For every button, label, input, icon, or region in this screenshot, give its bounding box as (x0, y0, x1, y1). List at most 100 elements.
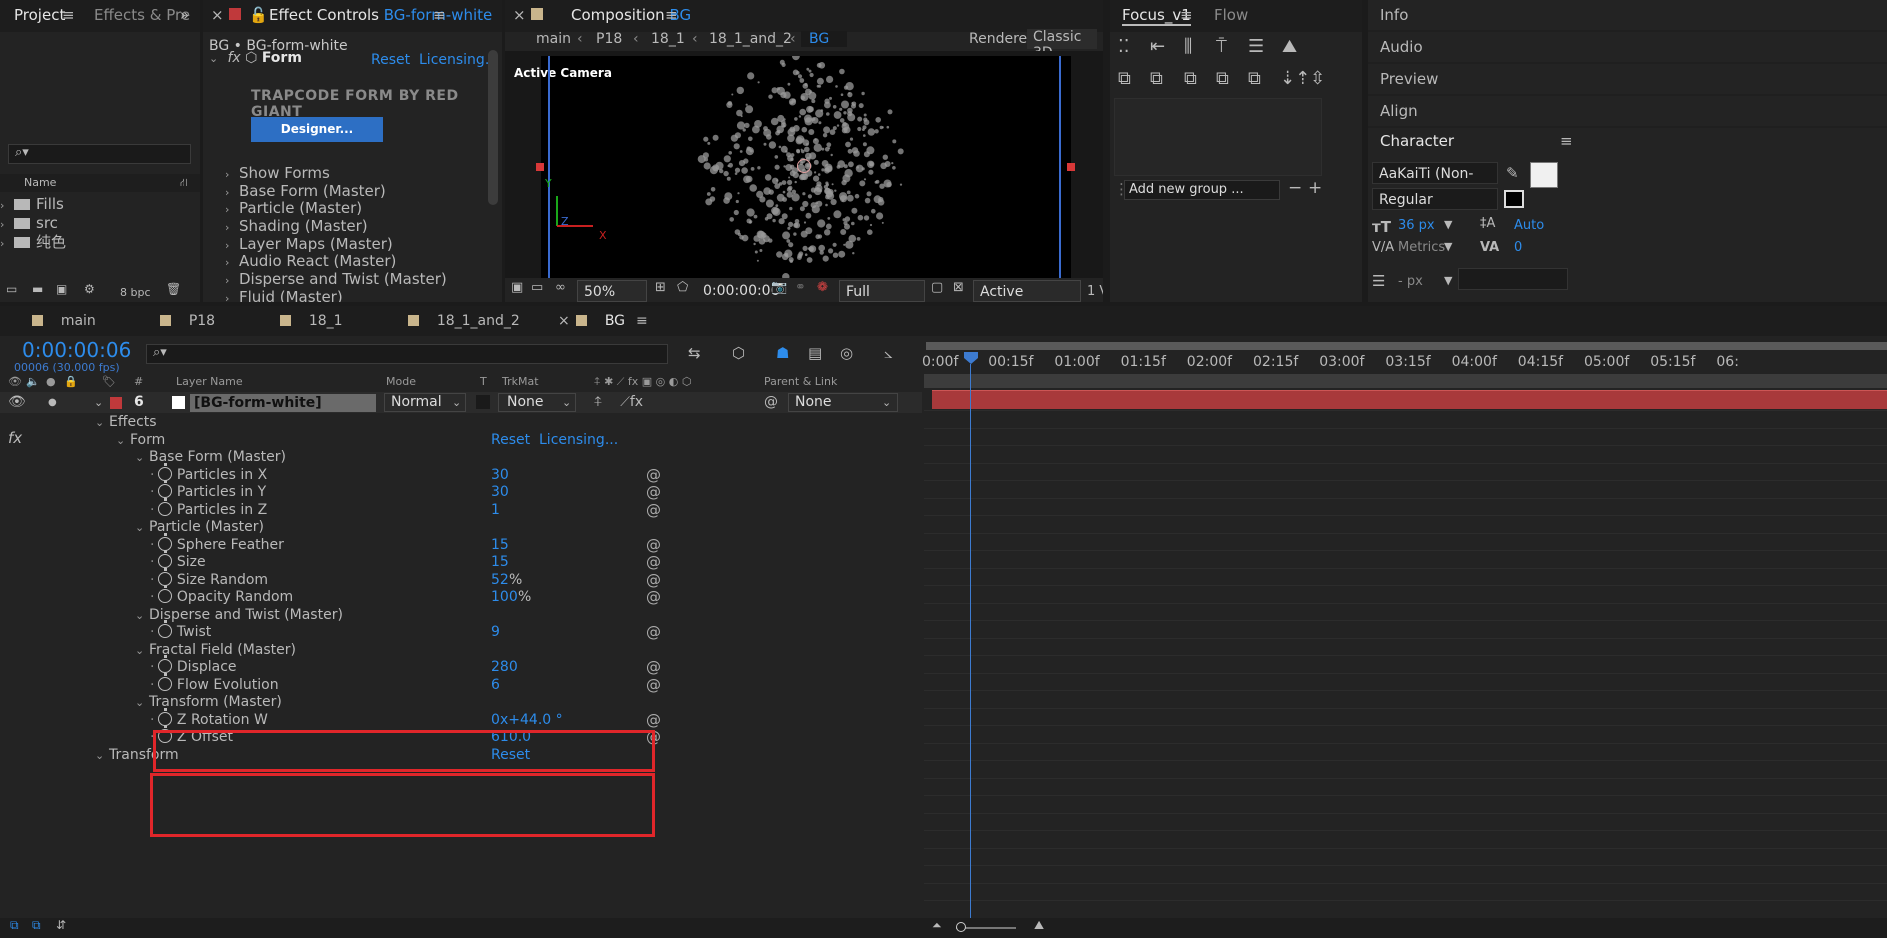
zoom-in-icon[interactable]: ⛰ (1034, 918, 1044, 933)
licensing-link[interactable]: Licensing... (539, 431, 618, 449)
audio-icon[interactable]: 🔈 (26, 372, 40, 392)
stopwatch-icon[interactable] (158, 550, 173, 568)
stopwatch-icon[interactable] (158, 480, 173, 498)
crumb[interactable]: main (536, 31, 571, 47)
tab-p18[interactable]: P18 (160, 313, 215, 329)
lock-icon[interactable]: 🔒 (64, 372, 78, 392)
interpret-footage-icon[interactable]: ▭ (6, 282, 17, 296)
mountain-icon[interactable]: ⛰ (1282, 36, 1297, 57)
property-value[interactable]: Reset (491, 431, 530, 449)
property-row[interactable]: ⌄ Fractal Field (Master) (0, 641, 922, 659)
expression-pickwhip-icon[interactable]: @ (646, 466, 661, 484)
licensing-link[interactable]: Licensing... (419, 52, 498, 68)
timeline-timecode[interactable]: 0:00:00:06 (22, 338, 131, 362)
pickwhip-icon[interactable]: @ (764, 392, 778, 413)
sort-icon[interactable]: ⇣⇡⇳ (1280, 68, 1325, 89)
camera-dropdown[interactable]: Active Camera (973, 280, 1081, 302)
project-item[interactable]: › src (0, 213, 200, 234)
panel-overflow-icon[interactable]: » (180, 6, 189, 24)
crumb-active[interactable]: BG (801, 31, 847, 47)
chevron-down-icon[interactable]: ⌄ (135, 607, 149, 625)
tracking-value[interactable]: 0 (1514, 240, 1522, 255)
property-row[interactable]: ⌄ Form Reset Licensing... (0, 431, 922, 449)
work-area-bar[interactable] (926, 342, 1887, 350)
transparency-icon[interactable]: ⊠ (953, 280, 964, 295)
property-row[interactable]: ⌄ Base Form (Master) (0, 448, 922, 466)
tab-effects-presets[interactable]: Effects & Pre (94, 6, 190, 24)
property-value[interactable]: 30 (491, 483, 509, 501)
mask-icon[interactable]: ⬠ (677, 280, 688, 295)
zoom-out-icon[interactable]: ⏶ (932, 918, 942, 933)
property-row[interactable]: ⌄ Transform (Master) (0, 693, 922, 711)
project-search-input[interactable]: ⌕▾ (8, 144, 191, 164)
tab-bg[interactable]: BG (576, 313, 625, 329)
font-family-dropdown[interactable]: AaKaiTi (Non-Co... (1372, 162, 1498, 204)
stopwatch-icon[interactable] (158, 620, 173, 638)
stroke-swatch[interactable] (1504, 190, 1524, 208)
solo-icon[interactable]: ● (46, 372, 56, 392)
tab-flow[interactable]: Flow (1214, 6, 1248, 24)
chevron-down-icon[interactable]: ⌄ (94, 392, 103, 413)
resolution-dropdown[interactable]: Full (839, 280, 925, 302)
stopwatch-icon[interactable] (158, 462, 173, 481)
new-composition-icon[interactable]: ▣ (56, 282, 67, 296)
panel-preview[interactable]: Preview (1368, 64, 1887, 94)
bpc-label[interactable]: 8 bpc (120, 286, 151, 299)
property-value[interactable]: 1 (491, 501, 500, 519)
stroke-width-value[interactable]: - px (1398, 274, 1423, 289)
anchor-icon[interactable]: ⍑ (1216, 36, 1227, 57)
close-icon[interactable]: × (211, 6, 224, 24)
layer-name[interactable]: [BG-form-white] (190, 394, 376, 412)
handle[interactable] (536, 163, 544, 171)
tab-18-1[interactable]: 18_1 (280, 313, 343, 329)
property-value[interactable]: 0 (491, 711, 500, 729)
align-center-icon[interactable]: ⁚⁚ (1118, 36, 1129, 57)
property-value[interactable]: 100 (491, 588, 518, 606)
project-item[interactable]: › 纯色 (0, 232, 200, 253)
property-value[interactable]: 52 (491, 571, 509, 589)
frame-blend-icon[interactable]: ▤ (808, 344, 822, 362)
grid-icon[interactable]: ⊞ (655, 280, 666, 295)
property-value[interactable]: 15 (491, 536, 509, 554)
close-icon[interactable]: × (513, 6, 526, 24)
col-parent[interactable]: Parent & Link (764, 372, 837, 392)
anchor-point-icon[interactable] (797, 159, 811, 173)
property-value[interactable]: 6 (491, 676, 500, 694)
expression-pickwhip-icon[interactable]: @ (646, 588, 661, 606)
property-row[interactable]: ⌄ Disperse and Twist (Master) (0, 606, 922, 624)
panel-menu-icon[interactable]: ≡ (636, 313, 648, 329)
frame-blend-toggle-icon[interactable]: ⇵ (56, 918, 66, 932)
expression-pickwhip-icon[interactable]: @ (646, 711, 661, 729)
motion-blur-icon[interactable]: ◎ (840, 344, 853, 362)
chevron-down-icon[interactable]: ⌄ (95, 747, 109, 765)
fx-icon[interactable]: fx (8, 429, 22, 447)
stopwatch-icon[interactable] (158, 497, 173, 516)
render-time-icon[interactable]: ⧉ (10, 918, 19, 933)
property-row[interactable]: · Flow Evolution 6 @ (0, 672, 922, 694)
flowchart-icon[interactable]: ⛙ (180, 174, 188, 192)
layer-icon[interactable]: ⧉ (1118, 68, 1131, 89)
label-icon[interactable]: 🏷 (102, 372, 116, 392)
chevron-down-icon[interactable]: ⌄ (135, 519, 149, 537)
settings-icon[interactable]: ⚙ (84, 282, 95, 296)
eyedropper-icon[interactable]: ✎ (1506, 164, 1519, 182)
stopwatch-icon[interactable] (158, 655, 173, 673)
col-mode[interactable]: Mode (386, 372, 416, 392)
add-group-input[interactable]: Add new group ... (1124, 180, 1280, 200)
property-value[interactable]: 9 (491, 623, 500, 641)
crumb[interactable]: 18_1 (651, 31, 685, 47)
property-row[interactable]: ⌄ Effects (0, 413, 922, 431)
minus-icon[interactable]: − (1288, 178, 1302, 198)
effect-scrollbar[interactable] (488, 50, 498, 205)
add-layer-icon[interactable]: ⧉ (1248, 68, 1261, 89)
panel-align[interactable]: Align (1368, 96, 1887, 126)
zoom-slider[interactable] (956, 922, 1016, 932)
tab-main[interactable]: main (32, 313, 96, 329)
comp-flow-icon[interactable]: ⇆ (688, 344, 701, 362)
font-size-value[interactable]: 36 px (1398, 218, 1435, 233)
expression-pickwhip-icon[interactable]: @ (646, 483, 661, 501)
chevron-down-icon[interactable]: ⌄ (135, 449, 149, 467)
property-value[interactable]: 30 (491, 466, 509, 484)
panel-menu-icon[interactable]: ≡ (1180, 6, 1193, 24)
views-dropdown[interactable]: 1 V (1087, 284, 1103, 299)
